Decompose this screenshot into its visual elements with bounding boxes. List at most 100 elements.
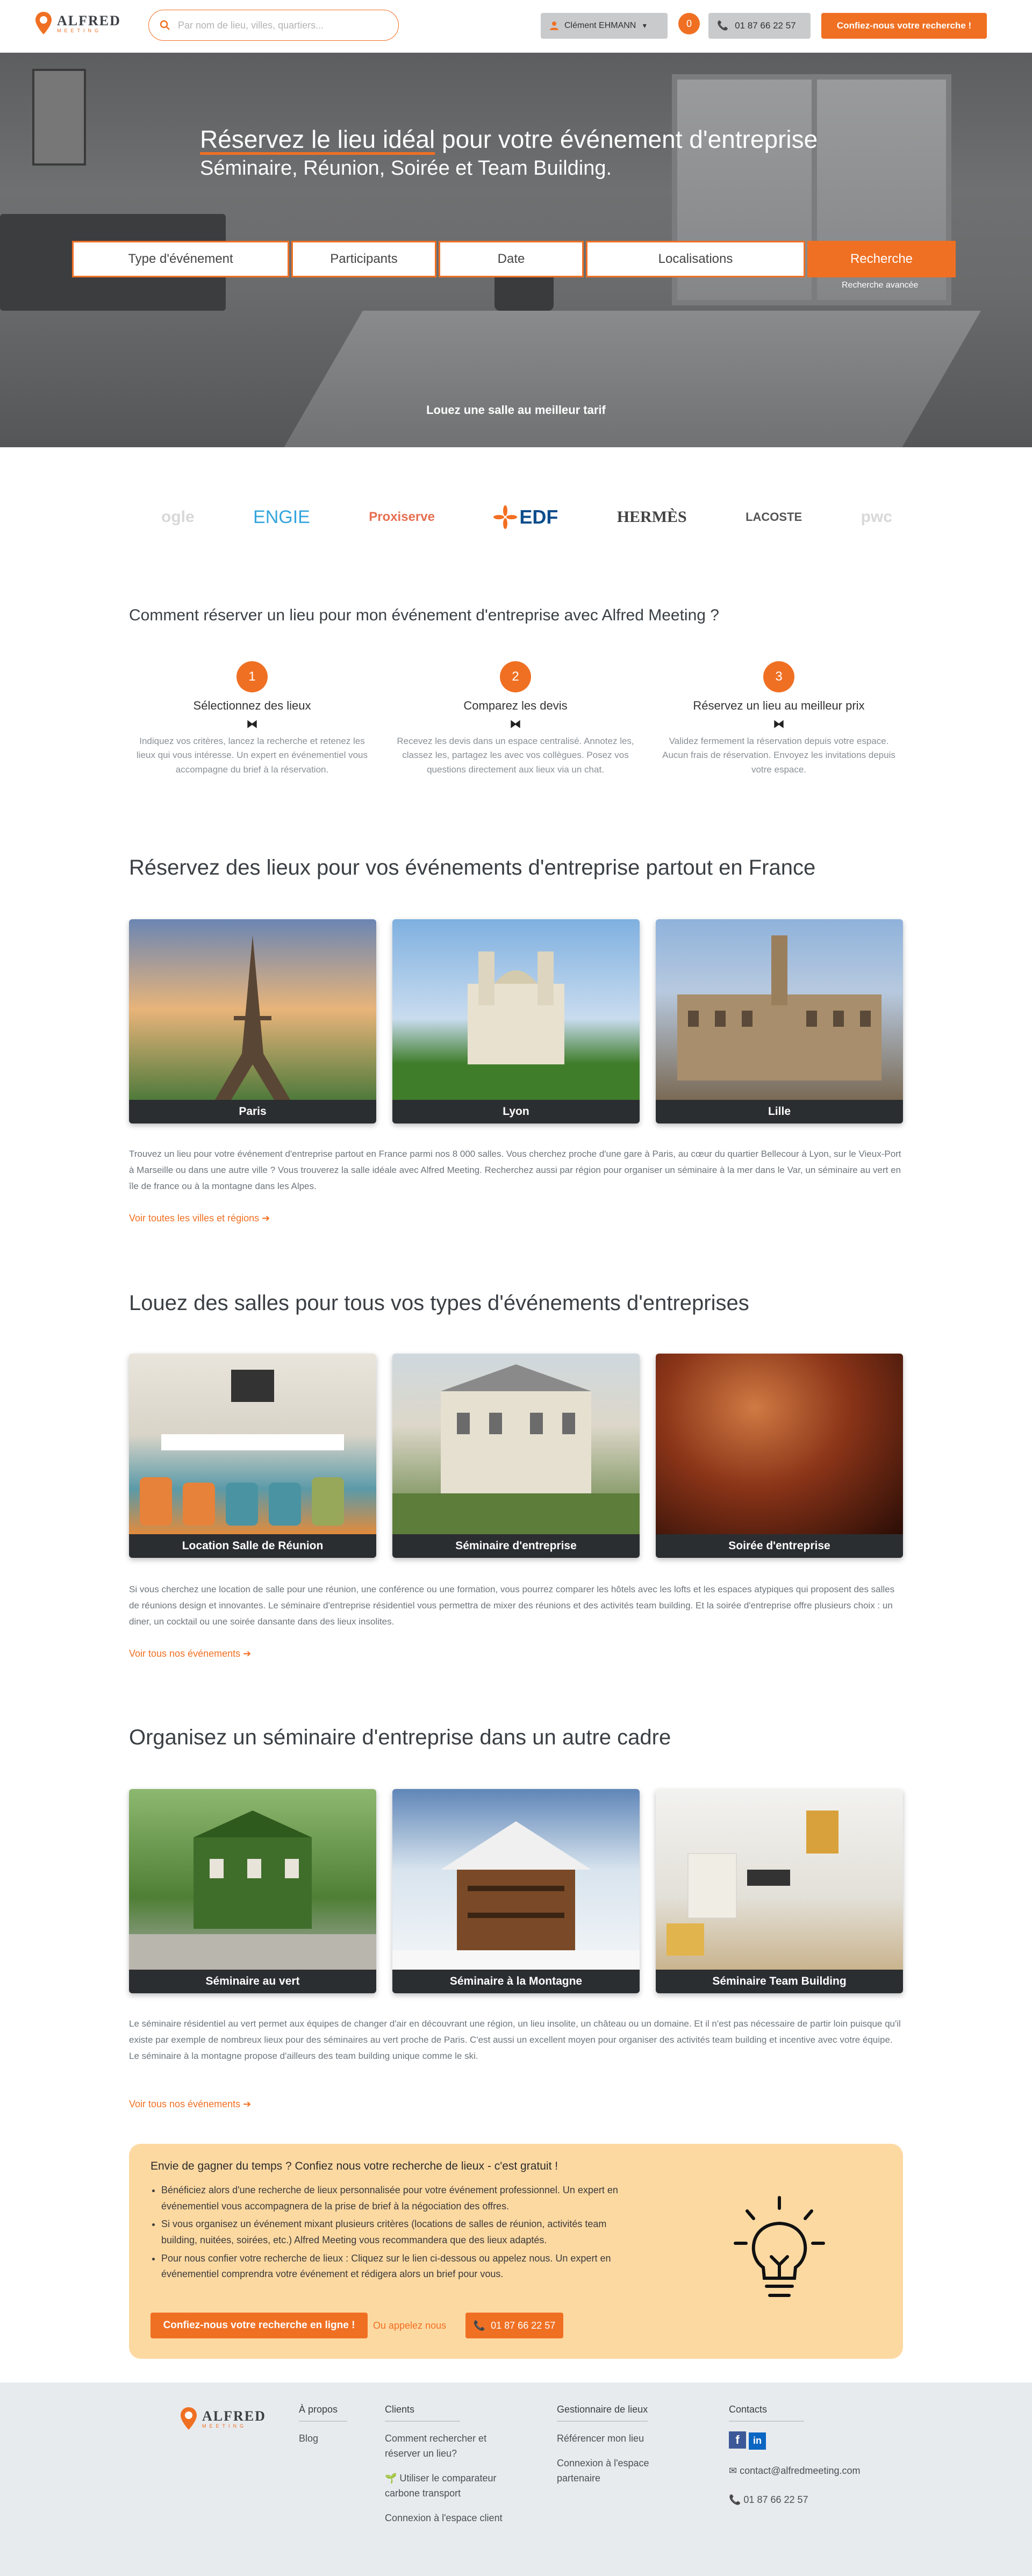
eiffel-tower-icon — [215, 935, 290, 1100]
soiree-image — [656, 1354, 903, 1534]
banner-phone-button[interactable]: 📞 01 87 66 22 57 — [465, 2313, 563, 2338]
how-title: Comment réserver un lieu pour mon événem… — [129, 606, 719, 624]
footer-logo[interactable]: ALFRED MEETING — [180, 2406, 266, 2431]
footer-phone[interactable]: 📞 01 87 66 22 57 — [729, 2493, 906, 2508]
leaf-icon: 🌱 — [385, 2472, 400, 2484]
hero-tagline: Louez une salle au meilleur tarif — [426, 403, 606, 417]
footer-link-list-venue[interactable]: Référencer mon lieu — [557, 2431, 686, 2446]
cadre-text: Le séminaire résidentiel au vert permet … — [129, 2019, 901, 2061]
logo-pwc: pwc — [861, 508, 892, 526]
entrust-search-button[interactable]: Confiez-nous votre recherche ! — [821, 13, 987, 39]
all-events-link-2[interactable]: Voir tous nos événements ➔ — [129, 2099, 251, 2110]
online-search-button[interactable]: Confiez-nous votre recherche en ligne ! — [150, 2313, 368, 2338]
logo-edf-wrap: EDF — [493, 505, 558, 529]
hero-search-button[interactable]: Recherche — [807, 241, 956, 277]
banner-list: Bénéficiez alors d'une recherche de lieu… — [161, 2183, 645, 2285]
card-caption: Séminaire Team Building — [656, 1970, 903, 1993]
facebook-icon[interactable]: f — [729, 2431, 746, 2449]
lyon-image — [392, 919, 640, 1100]
hero-title: Réservez le lieu idéal pour votre événem… — [200, 125, 818, 154]
location-field[interactable]: Localisations — [586, 241, 805, 277]
footer-link-client-login[interactable]: Connexion à l'espace client — [385, 2511, 519, 2526]
all-cities-link[interactable]: Voir toutes les villes et régions ➔ — [129, 1213, 270, 1224]
footer-about: À propos Blog — [299, 2404, 347, 2446]
bowtie-icon: ⧓ — [510, 717, 521, 731]
footer-contacts-head: Contacts — [729, 2404, 804, 2422]
free-search-banner: Envie de gagner du temps ? Confiez nous … — [129, 2144, 903, 2359]
type-card-reunion[interactable]: Location Salle de Réunion — [129, 1354, 376, 1558]
vert-image — [129, 1789, 376, 1970]
banner-bullet: Bénéficiez alors d'une recherche de lieu… — [161, 2183, 645, 2214]
linkedin-icon[interactable]: in — [749, 2432, 766, 2450]
hero-title-rest: pour votre événement d'entreprise — [435, 125, 818, 153]
cadre-card-teambuilding[interactable]: Séminaire Team Building — [656, 1789, 903, 1993]
location-pin-icon — [35, 12, 52, 34]
top-header: ALFRED MEETING Clément EHMANN ▼ 0 📞 01 8… — [0, 0, 1032, 53]
banner-bullet: Pour nous confier votre recherche de lie… — [161, 2251, 645, 2282]
footer-link-blog[interactable]: Blog — [299, 2431, 347, 2446]
type-card-seminaire[interactable]: Séminaire d'entreprise — [392, 1354, 640, 1558]
cities-title: Réservez des lieux pour vos événements d… — [129, 856, 816, 879]
montagne-image — [392, 1789, 640, 1970]
city-card-lyon[interactable]: Lyon — [392, 919, 640, 1124]
teambuilding-image — [656, 1789, 903, 1970]
search-box[interactable] — [148, 10, 399, 41]
city-card-lille[interactable]: Lille — [656, 919, 903, 1124]
advanced-search-link[interactable]: Recherche avancée — [842, 281, 918, 290]
step-2: 2 Comparez les devis ⧓ Recevez les devis… — [395, 661, 636, 777]
cadre-card-vert[interactable]: Séminaire au vert — [129, 1789, 376, 1993]
event-type-field[interactable]: Type d'événement — [72, 241, 289, 277]
edf-flower-icon — [493, 505, 518, 529]
bowtie-icon: ⧓ — [773, 717, 785, 731]
notification-badge[interactable]: 0 — [678, 13, 700, 34]
phone-icon: 📞 — [717, 20, 729, 31]
logo-engie: ENGIE — [253, 506, 310, 527]
paris-image — [129, 919, 376, 1100]
cadre-card-montagne[interactable]: Séminaire à la Montagne — [392, 1789, 640, 1993]
footer-clients-head: Clients — [385, 2404, 460, 2422]
envelope-icon: ✉ — [729, 2465, 740, 2476]
participants-field[interactable]: Participants — [291, 241, 436, 277]
logo-lacoste: LACOSTE — [746, 510, 802, 524]
card-caption: Lyon — [392, 1100, 640, 1124]
card-caption: Lille — [656, 1100, 903, 1124]
phone-icon: 📞 — [729, 2494, 744, 2505]
footer-contacts: Contacts f in ✉ contact@alfredmeeting.co… — [729, 2404, 906, 2508]
city-card-paris[interactable]: Paris — [129, 919, 376, 1124]
social-links: f in — [729, 2431, 906, 2450]
user-menu-button[interactable]: Clément EHMANN ▼ — [541, 13, 668, 39]
card-caption: Location Salle de Réunion — [129, 1534, 376, 1558]
card-caption: Séminaire à la Montagne — [392, 1970, 640, 1993]
date-field[interactable]: Date — [439, 241, 584, 277]
type-card-soiree[interactable]: Soirée d'entreprise — [656, 1354, 903, 1558]
ivy-house-icon — [129, 1811, 376, 1970]
logo-name: ALFRED — [57, 13, 121, 28]
footer-about-head: À propos — [299, 2404, 347, 2422]
hero-search-form: Type d'événement Participants Date Local… — [72, 241, 958, 277]
phone-number: 01 87 66 22 57 — [735, 20, 796, 31]
step-3: 3 Réservez un lieu au meilleur prix ⧓ Va… — [658, 661, 900, 777]
footer-link-partner-login[interactable]: Connexion à l'espace partenaire — [557, 2456, 686, 2486]
logo[interactable]: ALFRED MEETING — [34, 11, 121, 35]
search-input[interactable] — [178, 19, 371, 31]
step-title: Sélectionnez des lieux — [193, 699, 311, 712]
footer-clients: Clients Comment rechercher et réserver u… — [385, 2404, 519, 2525]
lille-building-icon — [677, 935, 882, 1081]
hero-banner: Réservez le lieu idéal pour votre événem… — [0, 53, 1032, 447]
hero-subtitle: Séminaire, Réunion, Soirée et Team Build… — [200, 157, 612, 180]
types-title: Louez des salles pour tous vos types d'é… — [129, 1291, 749, 1315]
logo-proxiserve: Proxiserve — [369, 510, 435, 524]
seminaire-image — [392, 1354, 640, 1534]
all-events-link[interactable]: Voir tous nos événements ➔ — [129, 1648, 251, 1659]
step-1: 1 Sélectionnez des lieux ⧓ Indiquez vos … — [131, 661, 373, 777]
step-title: Comparez les devis — [463, 699, 568, 712]
hero-decor-table — [282, 311, 981, 447]
step-title: Réservez un lieu au meilleur prix — [693, 699, 865, 712]
phone-icon: 📞 — [473, 2320, 486, 2331]
phone-button[interactable]: 📞 01 87 66 22 57 — [708, 13, 811, 39]
cadre-title: Organisez un séminaire d'entreprise dans… — [129, 1726, 671, 1749]
footer-link-carbon[interactable]: 🌱 Utiliser le comparateur carbone transp… — [385, 2471, 519, 2501]
user-name: Clément EHMANN — [564, 21, 636, 30]
footer-email[interactable]: ✉ contact@alfredmeeting.com — [729, 2464, 906, 2479]
footer-link-how-to[interactable]: Comment rechercher et réserver un lieu? — [385, 2431, 519, 2461]
